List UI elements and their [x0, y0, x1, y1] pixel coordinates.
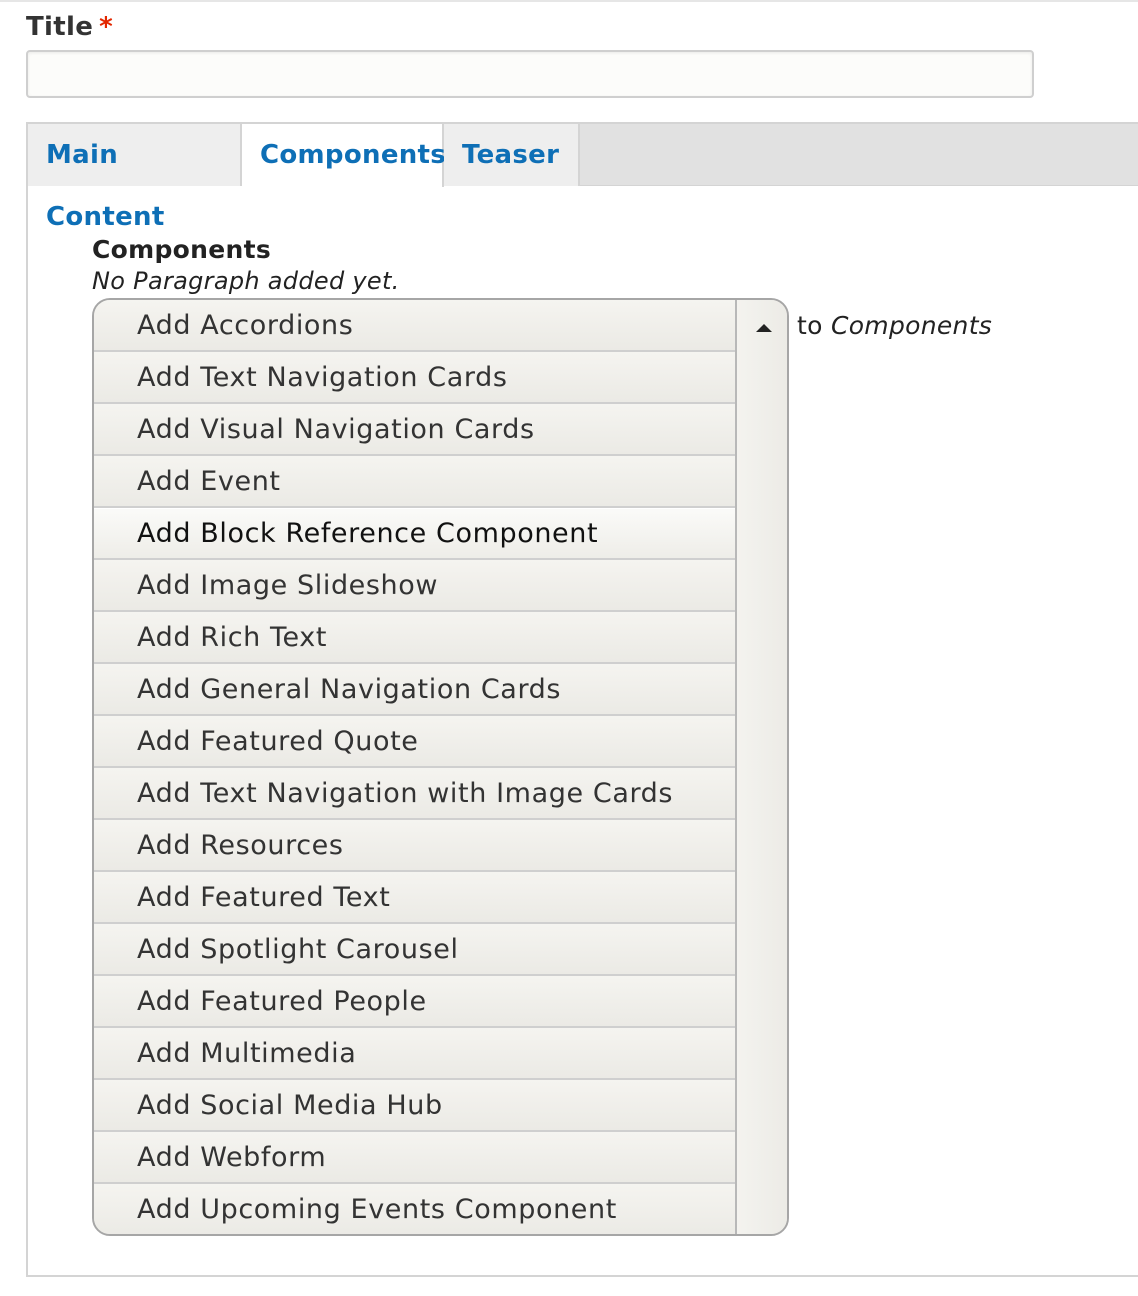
tab-components[interactable]: Components — [242, 124, 446, 187]
to-components-label: to Components — [797, 311, 992, 340]
title-input[interactable] — [26, 50, 1034, 98]
dropdown-item[interactable]: Add General Navigation Cards — [94, 664, 735, 716]
add-paragraph-dropdown[interactable]: Add Accordions Add Text Navigation Cards A… — [92, 298, 789, 1236]
tab-teaser[interactable]: Teaser — [444, 124, 580, 186]
required-marker: * — [99, 12, 114, 42]
dropdown-item[interactable]: Add Event — [94, 456, 735, 508]
caret-up-icon — [756, 324, 772, 332]
top-divider — [0, 0, 1138, 2]
dropdown-item[interactable]: Add Text Navigation with Image Cards — [94, 768, 735, 820]
dropdown-item[interactable]: Add Image Slideshow — [94, 560, 735, 612]
dropdown-item[interactable]: Add Block Reference Component — [94, 508, 735, 560]
dropdown-item[interactable]: Add Featured Text — [94, 872, 735, 924]
dropdown-item[interactable]: Add Spotlight Carousel — [94, 924, 735, 976]
components-field-label: Components — [92, 235, 272, 264]
dropdown-item[interactable]: Add Multimedia — [94, 1028, 735, 1080]
dropdown-item[interactable]: Add Featured Quote — [94, 716, 735, 768]
title-field-label: Title * — [26, 12, 113, 42]
empty-paragraphs-message: No Paragraph added yet. — [92, 267, 400, 295]
dropdown-item[interactable]: Add Webform — [94, 1132, 735, 1184]
dropdown-item[interactable]: Add Resources — [94, 820, 735, 872]
dropdown-item[interactable]: Add Social Media Hub — [94, 1080, 735, 1132]
tab-bar: Main Content Components Teaser — [28, 124, 1138, 232]
to-prefix: to — [797, 311, 823, 340]
dropdown-options-list: Add Accordions Add Text Navigation Cards A… — [94, 300, 737, 1234]
dropdown-item[interactable]: Add Visual Navigation Cards — [94, 404, 735, 456]
tab-main-content[interactable]: Main Content — [28, 124, 242, 232]
dropdown-item[interactable]: Add Featured People — [94, 976, 735, 1028]
title-label-text: Title — [26, 12, 94, 42]
dropdown-item[interactable]: Add Upcoming Events Component — [94, 1184, 735, 1234]
dropdown-item[interactable]: Add Rich Text — [94, 612, 735, 664]
dropdown-item[interactable]: Add Text Navigation Cards — [94, 352, 735, 404]
dropdown-item[interactable]: Add Accordions — [94, 300, 735, 352]
dropdown-toggle[interactable] — [737, 300, 787, 1234]
to-target: Components — [830, 311, 993, 340]
